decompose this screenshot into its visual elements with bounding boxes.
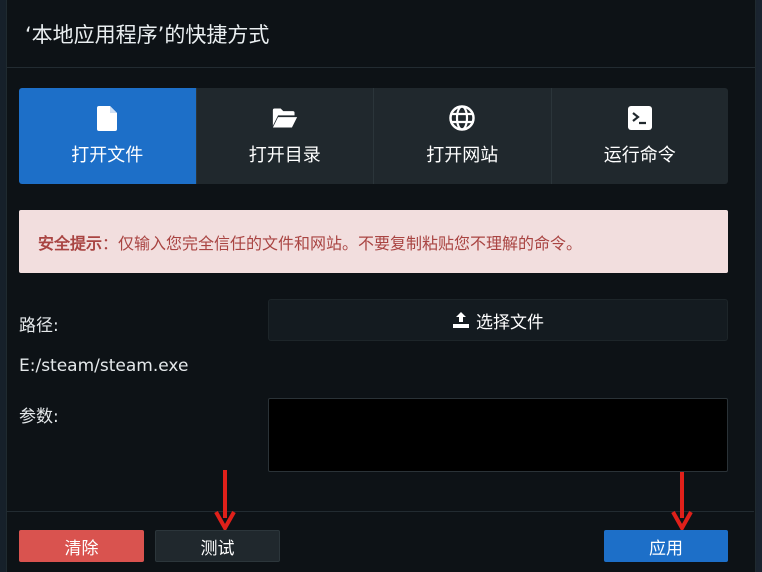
path-label: 路径: bbox=[19, 316, 59, 336]
choose-file-button[interactable]: 选择文件 bbox=[268, 299, 728, 341]
shortcut-dialog: ‘本地应用程序’的快捷方式 bbox=[6, 0, 756, 572]
dialog-title: ‘本地应用程序’的快捷方式 bbox=[25, 22, 270, 47]
tab-label: 运行命令 bbox=[603, 145, 676, 166]
alert-message: ：仅输入您完全信任的文件和网站。不要复制粘贴您不理解的命令。 bbox=[102, 233, 583, 253]
selected-path: E:/steam/steam.exe bbox=[19, 356, 189, 376]
apply-button[interactable]: 应用 bbox=[604, 530, 728, 562]
upload-icon bbox=[452, 311, 470, 329]
choose-file-label: 选择文件 bbox=[476, 312, 544, 333]
folder-open-icon bbox=[272, 105, 298, 131]
args-input[interactable] bbox=[268, 398, 728, 472]
tab-label: 打开网站 bbox=[426, 145, 499, 166]
terminal-icon bbox=[627, 105, 653, 131]
annotation-arrow-apply bbox=[671, 472, 693, 530]
annotation-arrow-test bbox=[214, 470, 236, 530]
alert-title: 安全提示 bbox=[38, 233, 103, 253]
args-label: 参数: bbox=[19, 407, 59, 427]
dialog-header: ‘本地应用程序’的快捷方式 bbox=[7, 0, 755, 68]
clear-button[interactable]: 清除 bbox=[19, 530, 144, 562]
test-button[interactable]: 测试 bbox=[155, 530, 280, 562]
footer-divider bbox=[6, 511, 754, 512]
tab-label: 打开目录 bbox=[248, 145, 321, 166]
security-alert: 安全提示 ：仅输入您完全信任的文件和网站。不要复制粘贴您不理解的命令。 bbox=[19, 210, 728, 273]
globe-icon bbox=[449, 105, 475, 131]
tab-run-command[interactable]: 运行命令 bbox=[551, 88, 728, 184]
tab-open-file[interactable]: 打开文件 bbox=[19, 88, 197, 184]
file-icon bbox=[94, 105, 120, 131]
tab-open-directory[interactable]: 打开目录 bbox=[196, 88, 374, 184]
tab-open-website[interactable]: 打开网站 bbox=[374, 88, 552, 184]
tab-label: 打开文件 bbox=[71, 145, 144, 166]
shortcut-type-tabs: 打开文件 打开目录 打开网站 运行命令 bbox=[19, 88, 728, 184]
